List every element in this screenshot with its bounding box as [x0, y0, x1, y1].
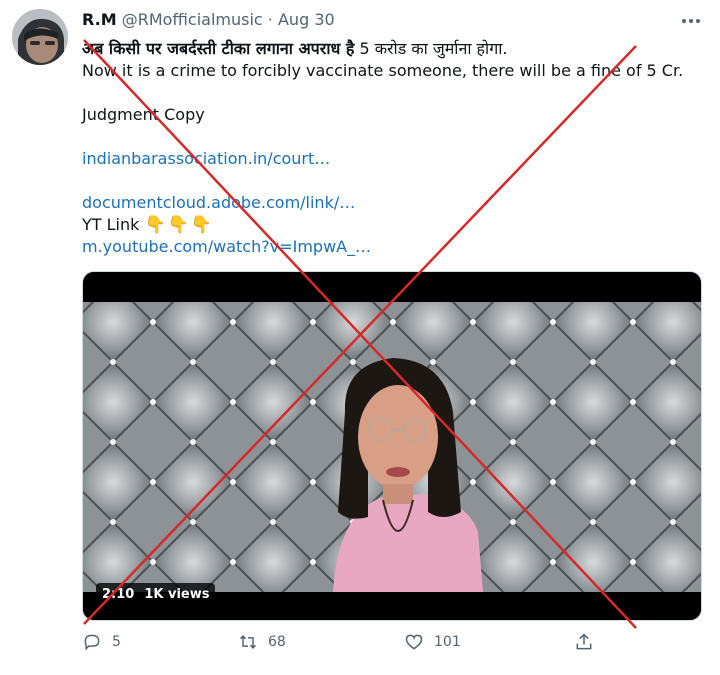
tweet-header: R.M @RMofficialmusic · Aug 30 — [82, 10, 335, 29]
retweet-count: 68 — [268, 634, 286, 650]
retweet-button[interactable]: 68 — [238, 632, 286, 652]
like-button[interactable]: 101 — [404, 632, 461, 652]
pointing-down-emoji: 👇👇👇 — [144, 215, 215, 235]
hindi-bold-text: अब किसी पर जबर्दस्ती टीका लगाना अपराध है — [82, 39, 355, 58]
yt-label: YT Link — [82, 215, 140, 234]
video-duration: 2:10 — [102, 586, 135, 602]
retweet-icon — [239, 635, 257, 649]
documentcloud-link[interactable]: documentcloud.adobe.com/link/… — [82, 192, 355, 214]
court-link[interactable]: indianbarassociation.in/court… — [82, 148, 330, 170]
video-player[interactable] — [82, 271, 702, 621]
reply-count: 5 — [112, 634, 121, 650]
like-count: 101 — [434, 634, 461, 650]
more-options-icon[interactable] — [680, 10, 702, 28]
video-views: 1K views — [144, 586, 210, 602]
avatar[interactable] — [12, 9, 68, 65]
display-name[interactable]: R.M — [82, 10, 117, 29]
yt-line: YT Link 👇👇👇 — [82, 214, 214, 236]
hindi-line: अब किसी पर जबर्दस्ती टीका लगाना अपराध है… — [82, 38, 507, 60]
handle[interactable]: @RMofficialmusic — [122, 10, 263, 29]
tweet-date[interactable]: Aug 30 — [278, 10, 335, 29]
youtube-link[interactable]: m.youtube.com/watch?v=ImpwA_… — [82, 236, 371, 258]
reply-button[interactable]: 5 — [82, 632, 121, 652]
separator: · — [267, 10, 273, 29]
share-button[interactable] — [574, 632, 594, 652]
english-line: Now it is a crime to forcibly vaccinate … — [82, 61, 684, 80]
heart-icon — [405, 634, 423, 650]
share-icon — [576, 633, 592, 650]
judgment-label: Judgment Copy — [82, 105, 205, 124]
tweet-actions: 5 68 101 — [82, 632, 702, 662]
video-stats-badge: 2:10 1K views — [96, 583, 216, 605]
hindi-rest-text: 5 करोड का जुर्माना होगा. — [354, 39, 508, 58]
video-frame — [83, 272, 701, 620]
reply-icon — [84, 634, 100, 651]
